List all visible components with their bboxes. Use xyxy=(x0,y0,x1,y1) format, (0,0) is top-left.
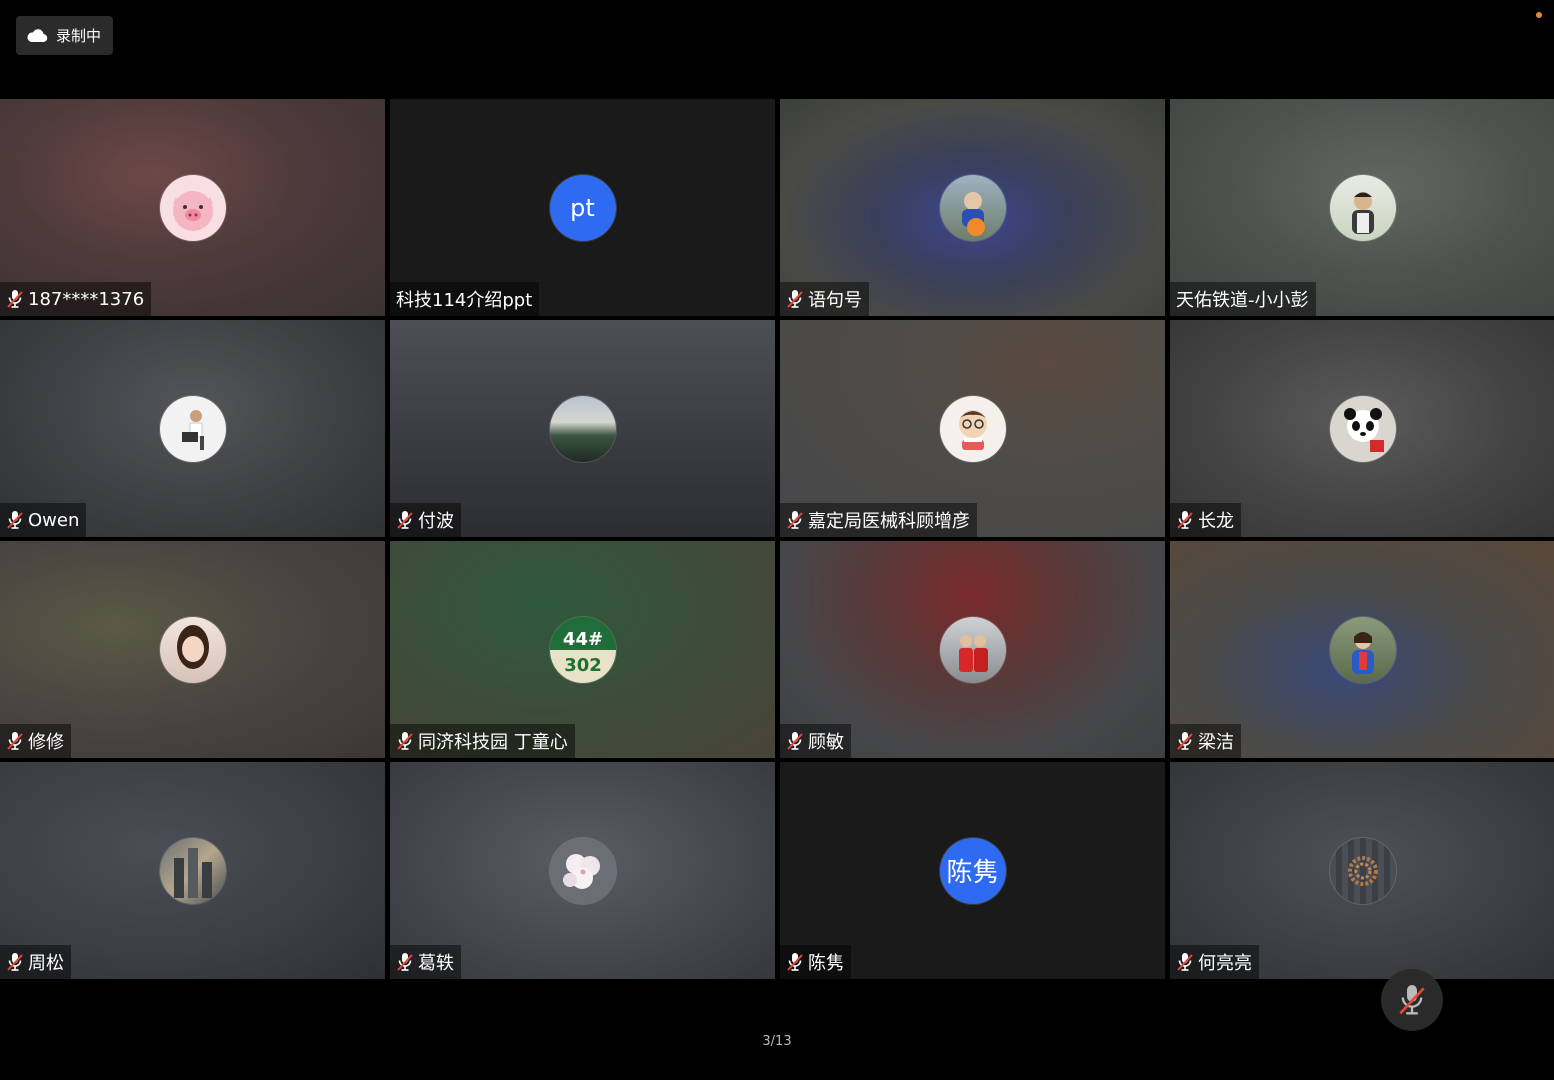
participant-name-tag: 付波 xyxy=(390,503,461,537)
avatar: 44# 302 xyxy=(549,616,616,683)
mic-muted-icon xyxy=(1399,985,1425,1015)
participant-name-tag: 葛轶 xyxy=(390,945,461,979)
participant-tile[interactable]: 嘉定局医械科顾增彦 xyxy=(780,320,1165,537)
avatar xyxy=(549,395,616,462)
participant-tile[interactable]: 周松 xyxy=(0,762,385,979)
participant-name-tag: 天佑铁道-小小彭 xyxy=(1170,282,1316,316)
page-indicator: 3/13 xyxy=(762,1034,792,1049)
participant-tile[interactable]: pt 科技114介绍ppt xyxy=(390,99,775,316)
participant-name-tag: 修修 xyxy=(0,724,71,758)
participant-name-tag: 何亮亮 xyxy=(1170,945,1259,979)
participant-name-tag: 陈隽 xyxy=(780,945,851,979)
avatar xyxy=(159,616,226,683)
avatar xyxy=(1329,837,1396,904)
participant-name-tag: 顾敏 xyxy=(780,724,851,758)
participant-name: 嘉定局医械科顾增彦 xyxy=(808,511,970,532)
participant-tile[interactable]: 天佑铁道-小小彭 xyxy=(1170,99,1554,316)
status-dot xyxy=(1536,12,1542,18)
participant-name: 长龙 xyxy=(1198,511,1234,532)
recording-indicator[interactable]: 录制中 xyxy=(16,16,114,55)
avatar: pt xyxy=(549,174,616,241)
participant-tile[interactable]: 187****1376 xyxy=(0,99,385,316)
avatar xyxy=(939,174,1006,241)
avatar xyxy=(939,616,1006,683)
mic-muted-icon xyxy=(396,510,414,530)
mic-muted-icon xyxy=(396,731,414,751)
participant-name: 修修 xyxy=(28,732,64,753)
participant-name-tag: 梁洁 xyxy=(1170,724,1241,758)
participant-name: 付波 xyxy=(418,511,454,532)
mic-muted-icon xyxy=(1176,952,1194,972)
unmute-button[interactable] xyxy=(1381,969,1443,1031)
mic-muted-icon xyxy=(6,731,24,751)
mic-muted-icon xyxy=(786,510,804,530)
avatar xyxy=(1329,395,1396,462)
participant-tile[interactable]: Owen xyxy=(0,320,385,537)
participant-name: 何亮亮 xyxy=(1198,953,1252,974)
participant-name-tag: 嘉定局医械科顾增彦 xyxy=(780,503,977,537)
mic-muted-icon xyxy=(6,289,24,309)
participant-tile[interactable]: 陈隽 陈隽 xyxy=(780,762,1165,979)
participant-name-tag: 科技114介绍ppt xyxy=(390,282,540,316)
participant-name-tag: 同济科技园 丁童心 xyxy=(390,724,575,758)
mic-muted-icon xyxy=(6,510,24,530)
mic-muted-icon xyxy=(786,289,804,309)
participant-tile[interactable]: 44# 302 同济科技园 丁童心 xyxy=(390,541,775,758)
avatar xyxy=(159,395,226,462)
participant-name: 187****1376 xyxy=(28,288,145,310)
participant-name: 语句号 xyxy=(808,290,862,311)
cloud-icon xyxy=(27,29,48,43)
participant-tile[interactable]: 语句号 xyxy=(780,99,1165,316)
mic-muted-icon xyxy=(6,952,24,972)
participant-name-tag: 语句号 xyxy=(780,282,869,316)
participant-tile[interactable]: 顾敏 xyxy=(780,541,1165,758)
participant-name: 梁洁 xyxy=(1198,732,1234,753)
mic-muted-icon xyxy=(786,952,804,972)
participant-name: 天佑铁道-小小彭 xyxy=(1176,290,1309,311)
participant-tile[interactable]: 何亮亮 xyxy=(1170,762,1554,979)
svg-text:302: 302 xyxy=(564,655,602,676)
avatar: 陈隽 xyxy=(939,837,1006,904)
participant-tile[interactable]: 付波 xyxy=(390,320,775,537)
participant-name: 顾敏 xyxy=(808,732,844,753)
participant-tile[interactable]: 长龙 xyxy=(1170,320,1554,537)
avatar xyxy=(1329,174,1396,241)
participant-name-tag: 187****1376 xyxy=(0,282,152,316)
participant-name: 陈隽 xyxy=(808,953,844,974)
avatar xyxy=(159,837,226,904)
svg-text:44#: 44# xyxy=(562,629,602,650)
avatar xyxy=(1329,616,1396,683)
mic-muted-icon xyxy=(396,952,414,972)
recording-label: 录制中 xyxy=(56,27,102,45)
mic-muted-icon xyxy=(786,731,804,751)
participant-tile[interactable]: 修修 xyxy=(0,541,385,758)
participant-name-tag: Owen xyxy=(0,503,87,537)
mic-muted-icon xyxy=(1176,731,1194,751)
avatar xyxy=(549,837,616,904)
participant-name-tag: 长龙 xyxy=(1170,503,1241,537)
participant-grid: 187****1376 pt 科技114介绍ppt 语句号 天佑铁道-小小彭 O… xyxy=(0,99,1554,980)
mic-muted-icon xyxy=(1176,510,1194,530)
participant-name: 周松 xyxy=(28,953,64,974)
participant-tile[interactable]: 葛轶 xyxy=(390,762,775,979)
participant-name: Owen xyxy=(28,509,80,531)
avatar xyxy=(939,395,1006,462)
avatar xyxy=(159,174,226,241)
participant-name-tag: 周松 xyxy=(0,945,71,979)
participant-name: 葛轶 xyxy=(418,953,454,974)
participant-name: 科技114介绍ppt xyxy=(396,290,533,311)
participant-name: 同济科技园 丁童心 xyxy=(418,732,568,753)
participant-tile[interactable]: 梁洁 xyxy=(1170,541,1554,758)
